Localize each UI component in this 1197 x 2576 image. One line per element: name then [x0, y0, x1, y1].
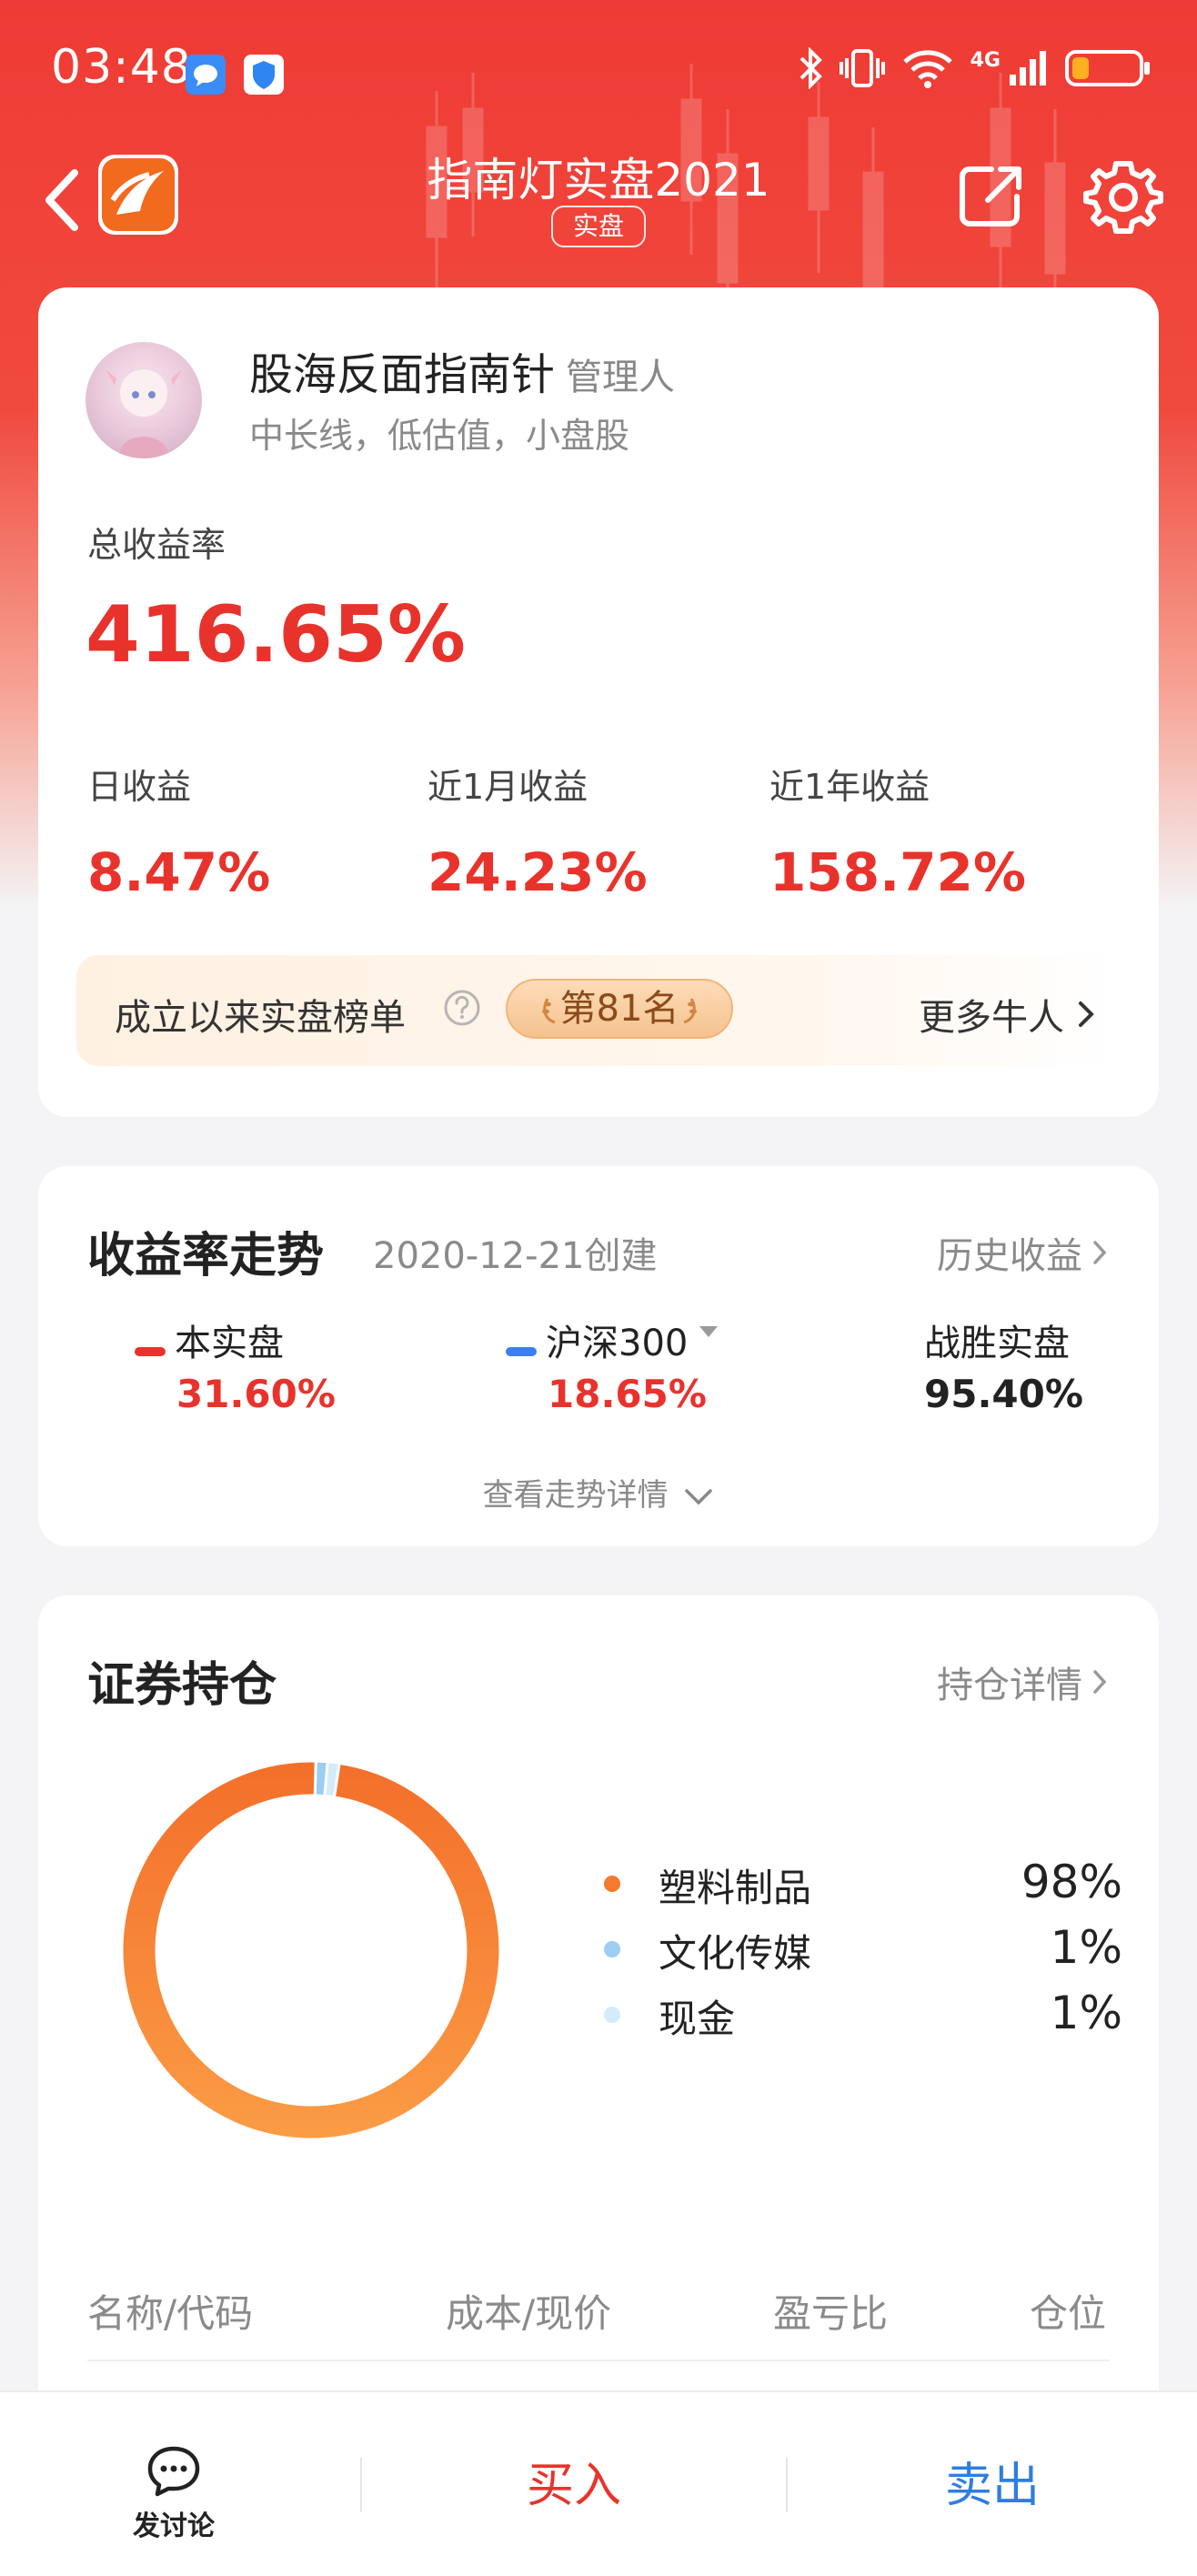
month-return: 近1月收益 24.23% — [428, 759, 648, 903]
daily-return-label: 日收益 — [87, 767, 192, 807]
portfolio-series-value: 31.60% — [176, 1372, 336, 1416]
bottom-action-bar: 发讨论 买入 卖出 — [0, 2390, 1197, 2576]
legend-dot — [604, 1941, 620, 1957]
battery-icon — [1065, 50, 1150, 86]
created-date: 2020-12-21创建 — [373, 1235, 658, 1277]
csi300-legend-swatch — [506, 1346, 537, 1356]
avatar[interactable] — [86, 342, 202, 458]
plastics-slice — [120, 1759, 502, 2141]
signal-icon — [1010, 51, 1046, 86]
discuss-button[interactable]: 发讨论 — [124, 2443, 224, 2543]
year-return: 近1年收益 158.72% — [770, 759, 1026, 903]
chevron-right-icon — [1093, 1241, 1107, 1264]
status-bar: 03:48 4G — [0, 0, 1197, 136]
rank-badge: 第81名 — [506, 979, 733, 1039]
legend-dot — [604, 2007, 620, 2023]
year-return-value: 158.72% — [770, 841, 1026, 903]
month-return-label: 近1月收益 — [428, 767, 588, 807]
holdings-detail-link[interactable]: 持仓详情 — [937, 1655, 1108, 1708]
legend-label: 塑料制品 — [659, 1866, 812, 1910]
laurel-right-icon — [683, 998, 698, 1024]
legend-item: 现金 1% — [604, 1987, 1122, 2052]
help-icon[interactable] — [442, 988, 482, 1028]
series-portfolio: 本实盘 31.60% — [135, 1313, 336, 1416]
legend-item: 塑料制品 98% — [604, 1856, 1122, 1921]
total-return-label: 总收益率 — [87, 525, 226, 565]
total-return-value: 416.65% — [86, 589, 467, 680]
gear-icon[interactable] — [1082, 156, 1164, 238]
return-trend-card: 收益率走势 2020-12-21创建 历史收益 本实盘 31.60% 沪深300… — [38, 1166, 1159, 1546]
manager-name[interactable]: 股海反面指南针 — [249, 349, 555, 400]
history-returns-link[interactable]: 历史收益 — [937, 1226, 1108, 1279]
portfolio-summary-card: 股海反面指南针 管理人 中长线，低估值，小盘股 总收益率 416.65% 日收益 … — [38, 287, 1159, 1117]
series-csi300[interactable]: 沪深300 18.65% — [506, 1313, 719, 1416]
ranking-label: 成立以来实盘榜单 — [115, 997, 406, 1039]
trend-detail-label: 查看走势详情 — [482, 1477, 669, 1514]
live-badge: 实盘 — [551, 206, 646, 247]
chevron-right-icon — [1093, 1670, 1107, 1694]
chevron-right-icon — [1079, 1001, 1094, 1027]
beat-ratio-value: 95.40% — [924, 1372, 1083, 1416]
sell-button[interactable]: 卖出 — [788, 2445, 1197, 2527]
legend-value: 1% — [1050, 1921, 1122, 1974]
chat-bubble-icon — [147, 2446, 200, 2497]
rank-badge-label: 第81名 — [559, 988, 679, 1030]
laurel-left-icon — [541, 998, 556, 1024]
history-returns-label: 历史收益 — [937, 1235, 1082, 1277]
csi300-series-value: 18.65% — [548, 1372, 707, 1416]
security-app-icon — [244, 55, 284, 95]
beat-ratio: 战胜实盘 95.40% — [924, 1313, 1083, 1416]
message-app-icon — [186, 55, 226, 95]
manager-role: 管理人 — [566, 357, 676, 398]
daily-return-value: 8.47% — [87, 841, 271, 903]
share-icon[interactable] — [955, 160, 1028, 233]
holdings-detail-label: 持仓详情 — [937, 1665, 1082, 1706]
legend-dot — [604, 1876, 620, 1892]
manager-name-row: 股海反面指南针 管理人 — [249, 338, 675, 402]
holdings-legend: 塑料制品 98% 文化传媒 1% 现金 1% — [604, 1856, 1122, 2052]
portfolio-series-name: 本实盘 — [175, 1323, 284, 1364]
holdings-table-header: 名称/代码 成本/现价 盈亏比 仓位 — [87, 2270, 1110, 2361]
status-time: 03:48 — [51, 40, 192, 95]
legend-item: 文化传媒 1% — [604, 1921, 1122, 1987]
legend-value: 1% — [1050, 1987, 1122, 2039]
holdings-title: 证券持仓 — [87, 1658, 277, 1713]
column-pnl-ratio[interactable]: 盈亏比 — [773, 2283, 888, 2339]
legend-value: 98% — [1021, 1856, 1122, 1908]
wifi-icon — [902, 50, 952, 88]
more-traders-label: 更多牛人 — [919, 997, 1064, 1039]
column-name-code[interactable]: 名称/代码 — [87, 2283, 253, 2339]
more-traders-link[interactable]: 更多牛人 — [919, 988, 1095, 1041]
column-position[interactable]: 仓位 — [1030, 2283, 1106, 2339]
chevron-down-icon — [685, 1488, 713, 1504]
trend-detail-toggle[interactable]: 查看走势详情 — [38, 1470, 1159, 1514]
discuss-label: 发讨论 — [133, 2511, 215, 2542]
network-type-label: 4G — [970, 48, 1001, 72]
dropdown-triangle-icon — [699, 1326, 719, 1337]
legend-label: 文化传媒 — [659, 1931, 812, 1976]
year-return-label: 近1年收益 — [770, 767, 930, 807]
month-return-value: 24.23% — [428, 841, 648, 903]
csi300-series-name: 沪深300 — [546, 1323, 689, 1364]
buy-button[interactable]: 买入 — [362, 2445, 786, 2527]
bluetooth-icon — [800, 47, 822, 89]
holdings-donut-chart — [120, 1759, 502, 2141]
daily-return: 日收益 8.47% — [87, 759, 270, 903]
trend-title: 收益率走势 — [87, 1229, 325, 1283]
legend-label: 现金 — [659, 1997, 736, 2041]
manager-style: 中长线，低估值，小盘股 — [249, 416, 630, 456]
column-cost-price[interactable]: 成本/现价 — [446, 2283, 611, 2339]
portfolio-legend-swatch — [135, 1346, 166, 1356]
beat-ratio-label: 战胜实盘 — [924, 1323, 1070, 1364]
vibrate-icon — [839, 49, 885, 87]
